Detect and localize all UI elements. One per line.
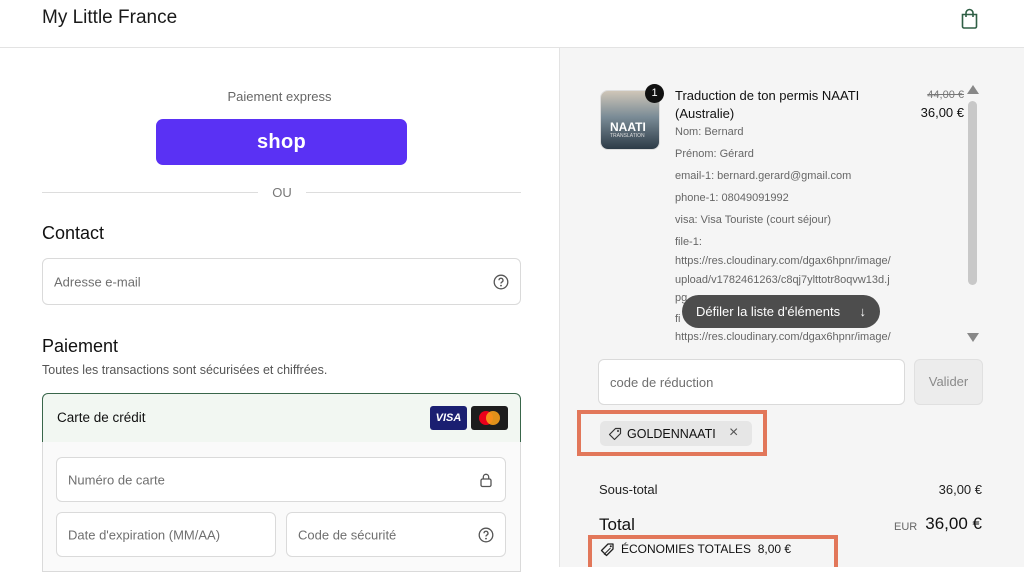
original-price: 44,00 € bbox=[927, 89, 964, 101]
meta-line: visa: Visa Touriste (court séjour) bbox=[675, 214, 832, 226]
mastercard-logo bbox=[471, 406, 508, 430]
scroll-up-arrow[interactable] bbox=[967, 85, 979, 94]
meta-line: Nom: Bernard bbox=[675, 126, 744, 138]
subtotal-value: 36,00 € bbox=[938, 482, 982, 497]
subtotal-label: Sous-total bbox=[599, 482, 658, 497]
email-placeholder: Adresse e-mail bbox=[54, 274, 141, 289]
checkout-form: Paiement express shop OU Contact Adresse… bbox=[0, 48, 559, 572]
card-number-field[interactable]: Numéro de carte bbox=[56, 457, 506, 502]
scroll-down-arrow[interactable] bbox=[967, 333, 979, 342]
shopping-bag-icon[interactable] bbox=[959, 8, 980, 29]
express-label: Paiement express bbox=[227, 89, 332, 104]
meta-line: Prénom: Gérard bbox=[675, 148, 754, 160]
divider-right bbox=[306, 192, 521, 193]
applied-code: GOLDENNAATI bbox=[627, 427, 716, 441]
meta-line: phone-1: 08049091992 bbox=[675, 192, 789, 204]
savings-label: ÉCONOMIES TOTALES bbox=[621, 542, 752, 556]
question-circle-icon[interactable] bbox=[493, 274, 509, 290]
visa-logo: VISA bbox=[430, 406, 467, 430]
apply-discount-button[interactable]: Valider bbox=[914, 359, 983, 405]
scroll-list-label: Défiler la liste d'éléments bbox=[696, 304, 841, 319]
store-name[interactable]: My Little France bbox=[42, 7, 177, 29]
thumbnail-subtitle: TRANSLATION bbox=[610, 133, 645, 139]
tag-icon bbox=[608, 427, 622, 441]
discount-code-placeholder: code de réduction bbox=[610, 375, 714, 390]
email-field[interactable]: Adresse e-mail bbox=[42, 258, 521, 305]
total-label: Total bbox=[599, 515, 635, 534]
arrow-down-icon: ↓ bbox=[859, 304, 867, 319]
meta-line: upload/v1782461263/c8qj7ylttotr8oqvw13d.… bbox=[675, 274, 890, 286]
scrollbar-thumb[interactable] bbox=[968, 101, 977, 285]
expiry-placeholder: Date d'expiration (MM/AA) bbox=[68, 527, 221, 542]
remove-discount-icon[interactable]: × bbox=[729, 424, 738, 442]
thumbnail-title: NAATI bbox=[610, 120, 646, 134]
product-title: Traduction de ton permis NAATI (Australi… bbox=[675, 88, 860, 121]
tags-icon bbox=[600, 543, 614, 557]
lock-icon bbox=[480, 473, 492, 487]
order-summary: NAATI TRANSLATION 1 Traduction de ton pe… bbox=[559, 48, 1024, 567]
payment-title: Paiement bbox=[42, 336, 119, 356]
divider-left bbox=[42, 192, 258, 193]
scroll-list-button[interactable]: Défiler la liste d'éléments ↓ bbox=[682, 295, 880, 328]
total-value: 36,00 € bbox=[925, 514, 982, 533]
meta-line: file-1: bbox=[675, 236, 702, 248]
expiry-field[interactable]: Date d'expiration (MM/AA) bbox=[56, 512, 276, 557]
meta-line: email-1: bernard.gerard@gmail.com bbox=[675, 170, 852, 182]
question-circle-icon[interactable] bbox=[478, 527, 494, 543]
discounted-price: 36,00 € bbox=[920, 105, 964, 120]
or-separator: OU bbox=[272, 185, 292, 200]
meta-line: https://res.cloudinary.com/dgax6hpnr/ima… bbox=[675, 331, 891, 343]
discount-code-field[interactable]: code de réduction bbox=[598, 359, 905, 405]
security-code-placeholder: Code de sécurité bbox=[298, 527, 397, 542]
shop-pay-button[interactable]: shop bbox=[156, 119, 407, 165]
quantity-badge: 1 bbox=[645, 84, 664, 103]
credit-card-label: Carte de crédit bbox=[57, 410, 146, 425]
header: My Little France bbox=[0, 0, 1024, 48]
meta-line: https://res.cloudinary.com/dgax6hpnr/ima… bbox=[675, 255, 891, 267]
card-number-placeholder: Numéro de carte bbox=[68, 472, 165, 487]
security-code-field[interactable]: Code de sécurité bbox=[286, 512, 506, 557]
meta-line: fi bbox=[675, 313, 681, 325]
savings-value: 8,00 € bbox=[757, 542, 792, 556]
applied-discount-chip: GOLDENNAATI × bbox=[600, 421, 752, 446]
currency-code: EUR bbox=[894, 521, 918, 533]
contact-title: Contact bbox=[42, 223, 105, 243]
credit-card-option[interactable]: Carte de crédit VISA bbox=[42, 393, 521, 443]
payment-subtitle: Toutes les transactions sont sécurisées … bbox=[42, 363, 328, 377]
